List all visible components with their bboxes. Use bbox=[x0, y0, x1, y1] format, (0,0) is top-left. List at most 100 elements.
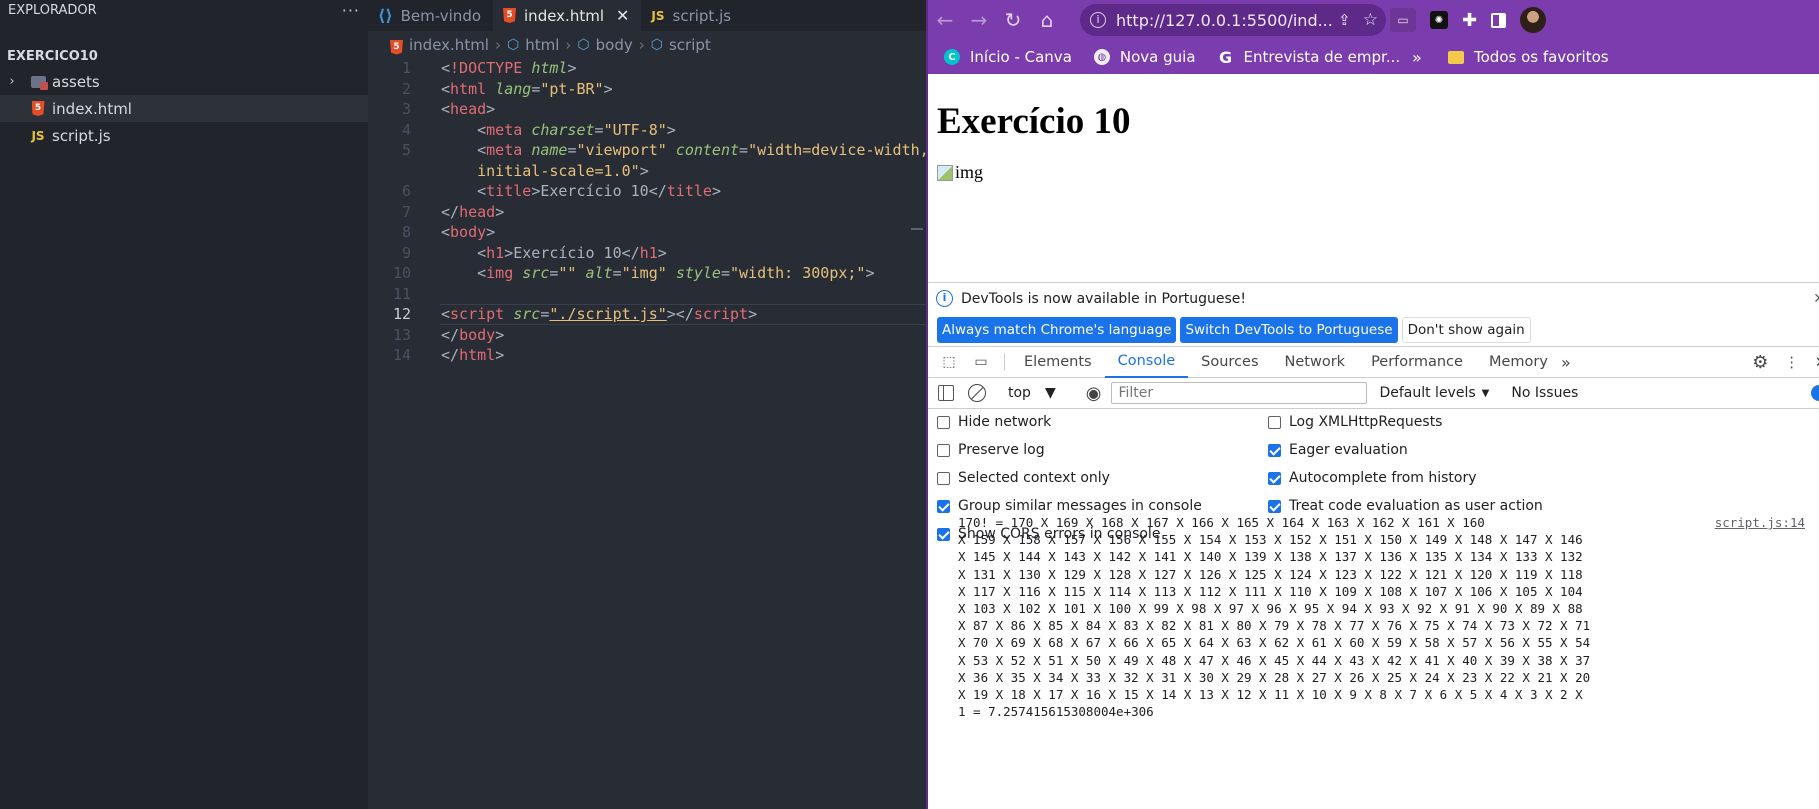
breadcrumb-item[interactable]: index.html bbox=[409, 36, 489, 54]
all-bookmarks-button[interactable]: Todos os favoritos bbox=[1448, 40, 1609, 74]
bookmark-nova-guia[interactable]: ◍ Nova guia bbox=[1093, 48, 1196, 66]
device-toolbar-icon[interactable]: ▭ bbox=[970, 353, 992, 371]
source-link[interactable]: script.js:14 bbox=[1715, 514, 1805, 531]
element-icon: ⬡ bbox=[506, 36, 520, 53]
extension-chatgpt-icon[interactable]: ✺ bbox=[1430, 11, 1448, 29]
chevron-right-icon: › bbox=[9, 74, 15, 89]
checkbox[interactable] bbox=[937, 415, 950, 429]
tab-memory[interactable]: Memory bbox=[1476, 347, 1561, 378]
home-icon[interactable]: ⌂ bbox=[1030, 3, 1064, 37]
line-number: 13 bbox=[392, 325, 411, 344]
checkbox[interactable] bbox=[1268, 471, 1281, 485]
tab-index-html[interactable]: 5 index.html ✕ bbox=[493, 0, 642, 31]
extension-icon[interactable]: ▭ bbox=[1390, 8, 1416, 32]
site-info-icon[interactable]: i bbox=[1090, 12, 1106, 28]
always-match-language-button[interactable]: Always match Chrome's language bbox=[937, 317, 1177, 343]
tab-bem-vindo[interactable]: ⟨⟩ Bem-vindo bbox=[368, 0, 494, 31]
console-settings-icon[interactable] bbox=[1811, 385, 1819, 401]
breadcrumb-item[interactable]: html bbox=[525, 36, 559, 54]
close-icon[interactable]: ✕ bbox=[1813, 291, 1819, 307]
tree-item-assets[interactable]: › assets bbox=[0, 68, 368, 95]
checkbox-autocomplete-history[interactable]: Autocomplete from history bbox=[1268, 470, 1477, 486]
extensions-puzzle-icon[interactable]: ✚ bbox=[1462, 10, 1477, 31]
clear-console-icon[interactable] bbox=[968, 384, 986, 402]
checkbox-preserve-log[interactable]: Preserve log bbox=[937, 442, 1045, 458]
line-number bbox=[368, 161, 421, 182]
kebab-menu-icon[interactable]: ⋮ bbox=[1784, 355, 1799, 371]
bookmark-star-icon[interactable]: ☆ bbox=[1363, 10, 1378, 30]
forward-icon[interactable]: → bbox=[962, 3, 996, 37]
side-panel-icon[interactable] bbox=[1491, 12, 1507, 28]
html5-icon: 5 bbox=[390, 35, 403, 55]
explorer-header: EXPLORADOR ··· bbox=[0, 0, 368, 20]
share-icon[interactable]: ⇪ bbox=[1338, 11, 1351, 29]
bookmark-canva[interactable]: C Início - Canva bbox=[944, 48, 1072, 66]
info-icon: i bbox=[936, 290, 953, 307]
bookmark-entrevista[interactable]: G Entrevista de empr... bbox=[1218, 48, 1400, 67]
breadcrumb-item[interactable]: body bbox=[596, 36, 633, 54]
log-levels-dropdown[interactable]: Default levels ▼ bbox=[1379, 385, 1489, 401]
avatar[interactable] bbox=[1520, 7, 1547, 33]
workspace-folder[interactable]: EXERCICO10 bbox=[0, 44, 368, 68]
tab-script-js[interactable]: JS script.js bbox=[641, 0, 744, 31]
tab-performance[interactable]: Performance bbox=[1358, 347, 1476, 378]
line-number: 7 bbox=[401, 202, 411, 221]
scrollbar-marker[interactable] bbox=[911, 228, 923, 230]
checkbox-hide-network[interactable]: Hide network bbox=[937, 414, 1051, 430]
bookmark-label: Nova guia bbox=[1119, 48, 1196, 66]
checkbox[interactable] bbox=[937, 471, 950, 485]
line-number: 10 bbox=[392, 264, 411, 282]
line-number: 6 bbox=[401, 182, 411, 200]
vscode-window: EXPLORADOR ··· EXERCICO10 › assets 5 ind… bbox=[0, 0, 1272, 809]
tab-console[interactable]: Console bbox=[1104, 347, 1189, 378]
tab-sources[interactable]: Sources bbox=[1188, 347, 1271, 378]
tab-elements[interactable]: Elements bbox=[1011, 347, 1105, 378]
tab-label: Bem-vindo bbox=[400, 6, 482, 25]
close-icon[interactable]: ✕ bbox=[1815, 355, 1819, 371]
issues-indicator[interactable]: No Issues bbox=[1511, 385, 1578, 401]
broken-image: img bbox=[937, 162, 983, 183]
switch-to-portuguese-button[interactable]: Switch DevTools to Portuguese bbox=[1180, 317, 1398, 343]
bookmarks-overflow-button[interactable]: » bbox=[1412, 40, 1422, 74]
gear-icon[interactable]: ⚙ bbox=[1752, 352, 1768, 373]
context-selector[interactable]: top ▼ bbox=[1008, 385, 1056, 401]
language-banner: i DevTools is now available in Portugues… bbox=[928, 283, 1819, 314]
chevron-right-icon: › bbox=[494, 35, 501, 54]
banner-text: DevTools is now available in Portuguese! bbox=[961, 290, 1246, 307]
breadcrumb-item[interactable]: script bbox=[669, 36, 711, 54]
more-actions-icon[interactable]: ··· bbox=[342, 1, 360, 20]
url-text[interactable]: http://127.0.0.1:5500/ind... bbox=[1116, 11, 1333, 30]
checkbox[interactable] bbox=[937, 443, 950, 457]
dont-show-again-button[interactable]: Don't show again bbox=[1401, 317, 1531, 343]
element-icon: ⬡ bbox=[650, 36, 663, 53]
sidebar-toggle-icon[interactable] bbox=[938, 385, 954, 401]
console-message: script.js:14 170! = 170 X 169 X 168 X 167… bbox=[958, 514, 1805, 720]
close-icon[interactable]: ✕ bbox=[616, 6, 629, 25]
page-heading: Exercício 10 bbox=[937, 101, 1131, 142]
more-tabs-icon[interactable]: » bbox=[1561, 353, 1571, 372]
toolbar-extensions: ▭ ✺ ✚ bbox=[1390, 4, 1547, 36]
line-number: 12 bbox=[392, 305, 411, 323]
checkbox-log-xhr[interactable]: Log XMLHttpRequests bbox=[1268, 414, 1442, 430]
reload-icon[interactable]: ↻ bbox=[996, 3, 1030, 37]
tab-label: index.html bbox=[524, 6, 604, 25]
tab-network[interactable]: Network bbox=[1272, 347, 1359, 378]
checkbox[interactable] bbox=[1268, 415, 1281, 429]
html5-icon: 5 bbox=[24, 101, 52, 116]
checkbox-selected-context[interactable]: Selected context only bbox=[937, 470, 1110, 486]
address-bar[interactable]: i http://127.0.0.1:5500/ind... ⇪ ☆ bbox=[1080, 4, 1386, 36]
checkbox[interactable] bbox=[1268, 443, 1281, 457]
tree-item-index-html[interactable]: 5 index.html bbox=[0, 95, 368, 122]
tree-item-script-js[interactable]: JS script.js bbox=[0, 122, 368, 149]
line-number: 2 bbox=[401, 79, 411, 98]
inspect-element-icon[interactable]: ⬚ bbox=[938, 353, 960, 371]
line-number: 4 bbox=[401, 120, 411, 139]
checkbox-eager-evaluation[interactable]: Eager evaluation bbox=[1268, 442, 1408, 458]
console-filter-input[interactable] bbox=[1111, 382, 1368, 404]
bookmark-label: Todos os favoritos bbox=[1474, 48, 1609, 66]
live-expression-eye-icon[interactable]: ◉ bbox=[1086, 383, 1102, 404]
context-label: top bbox=[1008, 385, 1031, 401]
back-icon[interactable]: ← bbox=[928, 3, 962, 37]
image-alt-text: img bbox=[955, 162, 984, 182]
line-number: 5 bbox=[401, 141, 411, 159]
